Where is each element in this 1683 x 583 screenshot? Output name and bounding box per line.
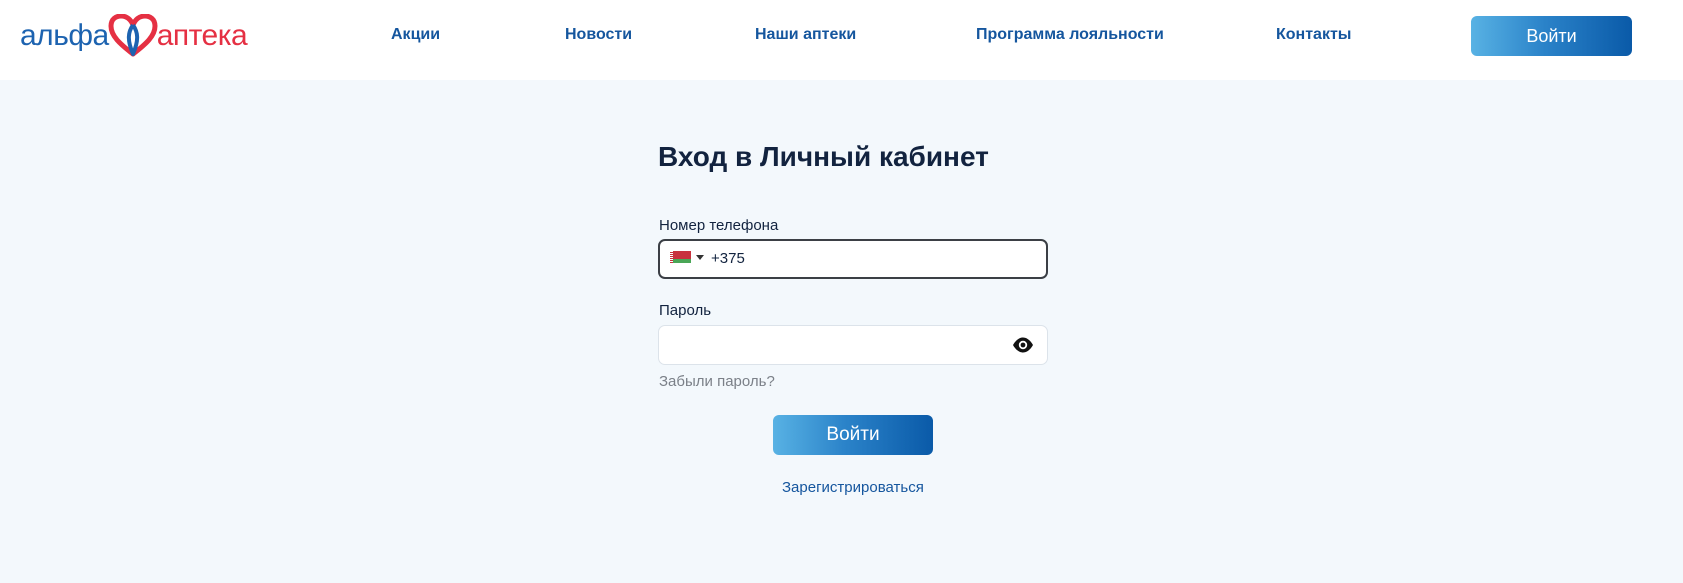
nav-item-promotions[interactable]: Акции [391, 24, 440, 46]
nav-item-contacts[interactable]: Контакты [1276, 24, 1351, 46]
password-field[interactable] [658, 325, 1048, 365]
login-submit-button[interactable]: Войти [773, 415, 933, 455]
header-login-button[interactable]: Войти [1471, 16, 1632, 56]
nav-item-news[interactable]: Новости [565, 24, 632, 46]
country-selector[interactable] [670, 251, 704, 263]
nav-item-loyalty-program[interactable]: Программа лояльности [976, 24, 1164, 46]
phone-field[interactable] [658, 239, 1048, 279]
nav-item-pharmacies[interactable]: Наши аптеки [755, 24, 856, 46]
login-page: Вход в Личный кабинет Номер телефона Пар… [0, 80, 1683, 583]
belarus-flag-icon [670, 251, 691, 263]
chevron-down-icon [696, 254, 704, 260]
register-link[interactable]: Зарегистрироваться [782, 479, 924, 496]
eye-icon[interactable] [1012, 336, 1034, 354]
main-nav: Акции Новости Наши аптеки Программа лоял… [0, 24, 1683, 46]
forgot-password-link[interactable]: Забыли пароль? [659, 373, 775, 390]
phone-input[interactable] [711, 250, 1031, 267]
site-header: альфа аптека Акции Новости Наши аптеки П… [0, 0, 1683, 80]
password-label: Пароль [659, 302, 712, 319]
password-input[interactable] [671, 335, 991, 355]
page-title: Вход в Личный кабинет [658, 141, 989, 172]
phone-label: Номер телефона [659, 217, 779, 234]
